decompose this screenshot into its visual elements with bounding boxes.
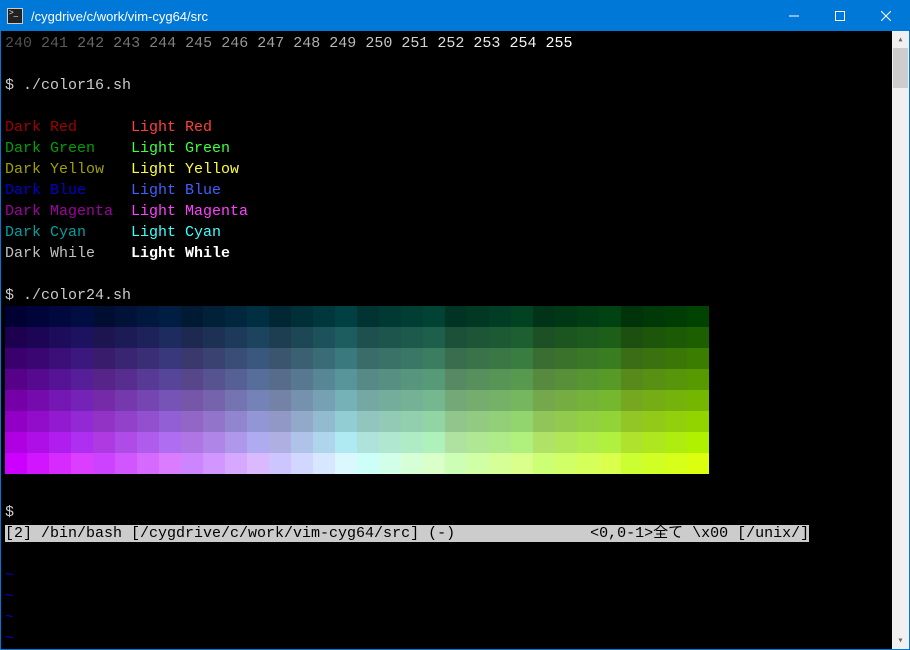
scroll-thumb[interactable] bbox=[893, 48, 908, 88]
vim-statusline: [2] /bin/bash [/cygdrive/c/work/vim-cyg6… bbox=[5, 525, 809, 542]
minimize-button[interactable] bbox=[771, 1, 817, 31]
window-title: /cygdrive/c/work/vim-cyg64/src bbox=[31, 9, 208, 24]
scroll-down-arrow[interactable]: ▾ bbox=[892, 632, 909, 649]
terminal-window: /cygdrive/c/work/vim-cyg64/src 240 241 2… bbox=[0, 0, 910, 650]
terminal-icon bbox=[7, 8, 23, 24]
terminal-content[interactable]: 240 241 242 243 244 245 246 247 248 249 … bbox=[1, 31, 892, 649]
scrollbar-vertical[interactable]: ▴ ▾ bbox=[892, 31, 909, 649]
scroll-up-arrow[interactable]: ▴ bbox=[892, 31, 909, 48]
titlebar[interactable]: /cygdrive/c/work/vim-cyg64/src bbox=[1, 1, 909, 31]
color24-gradient bbox=[5, 306, 709, 474]
close-button[interactable] bbox=[863, 1, 909, 31]
maximize-button[interactable] bbox=[817, 1, 863, 31]
